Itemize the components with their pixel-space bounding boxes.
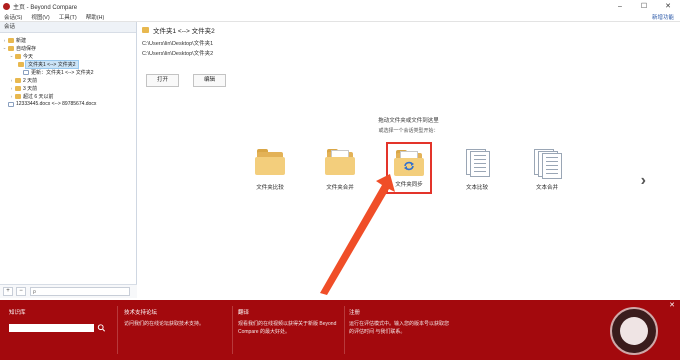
footer-videos: 翻译 观看我们的在线视频以获得关于新版 Beyond Compare 的最大好处… <box>238 309 342 336</box>
footer-divider <box>117 306 118 354</box>
register-text: 运行在评估模式中。输入您的版本号以获取您的评估时间 与我们联系。 <box>349 321 450 335</box>
kb-search-input[interactable] <box>9 324 94 332</box>
footer-close-icon[interactable]: ✕ <box>668 302 676 310</box>
footer-divider <box>344 306 345 354</box>
footer-register: 注册 运行在评估模式中。输入您的版本号以获取您的评估时间 与我们联系。 <box>349 309 453 336</box>
support-text: 访问我们的在线论坛获取技术支持。 <box>124 321 205 327</box>
search-icon[interactable] <box>97 324 106 332</box>
videos-text: 观看我们的在线视频以获得关于新版 Beyond Compare 的最大好处。 <box>238 321 337 335</box>
register-title[interactable]: 注册 <box>349 309 453 317</box>
kb-title: 知识库 <box>9 310 26 316</box>
footer-banner: ✕ 知识库 技术支持论坛 访问我们的在线论坛获取技术支持。 翻译 观看我们的在线… <box>0 300 680 360</box>
videos-title[interactable]: 翻译 <box>238 309 342 317</box>
scooter-software-seal-icon <box>610 307 658 355</box>
footer-divider <box>232 306 233 354</box>
footer-support: 技术支持论坛 访问我们的在线论坛获取技术支持。 <box>124 309 228 328</box>
support-title[interactable]: 技术支持论坛 <box>124 309 228 317</box>
footer-knowledge-base: 知识库 <box>9 309 109 320</box>
